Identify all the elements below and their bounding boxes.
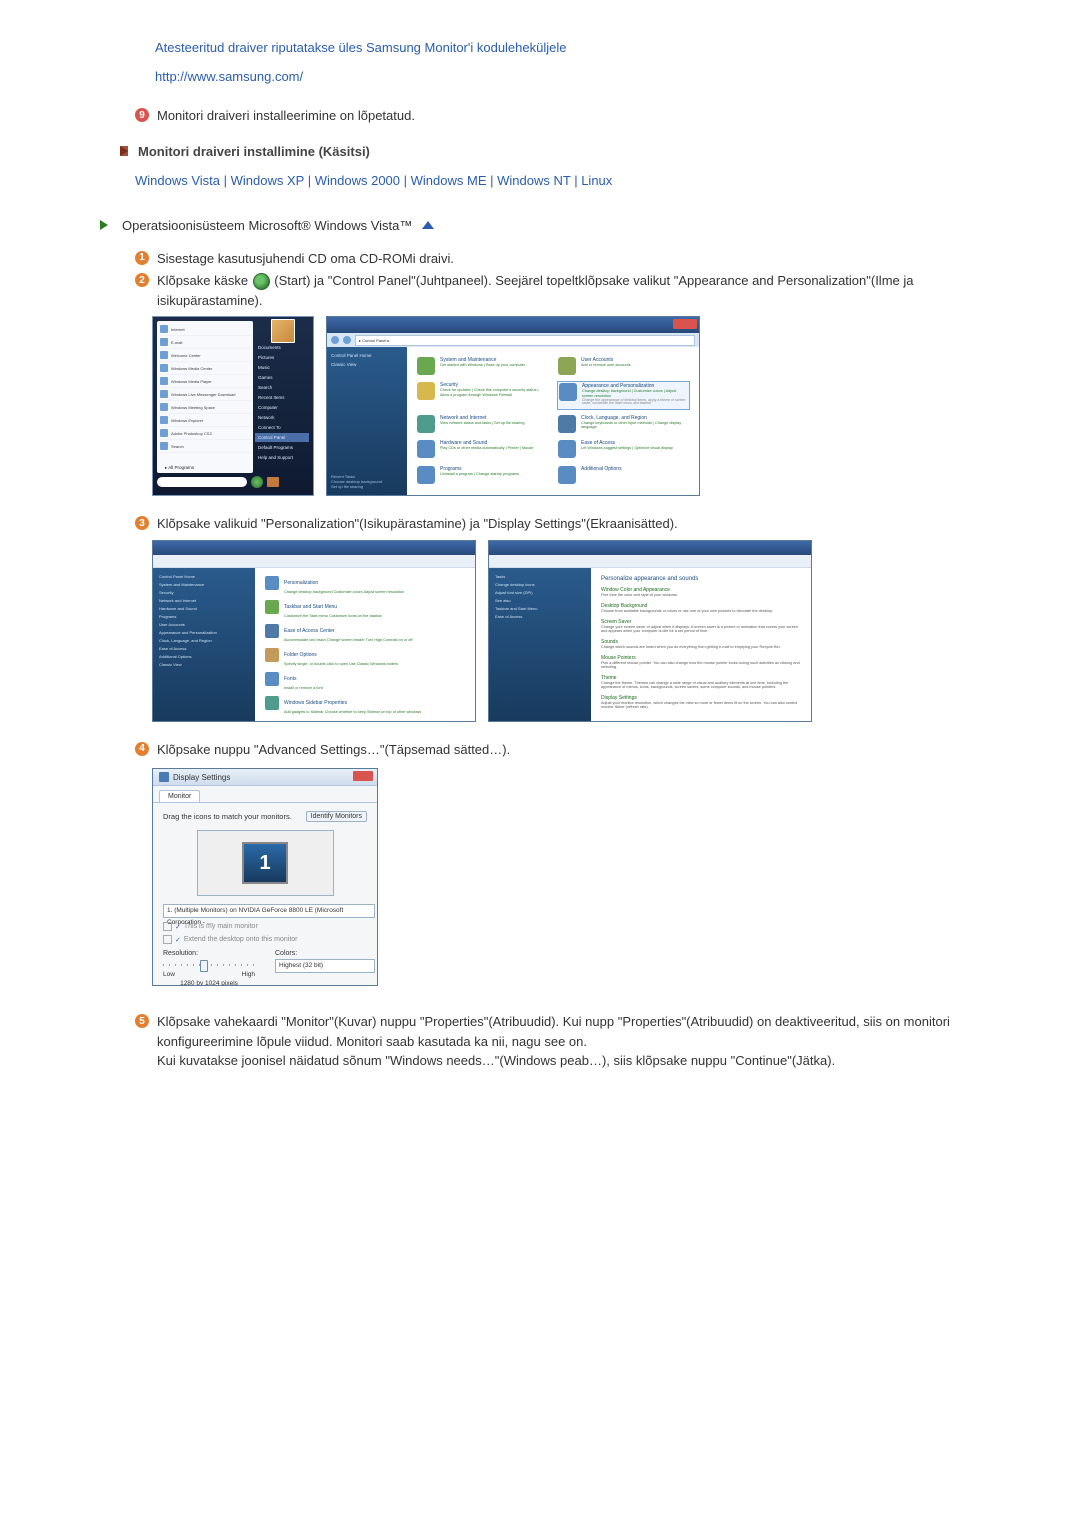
identify-monitors-button: Identify Monitors: [306, 811, 367, 822]
step2-text: Klõpsake käske (Start) ja "Control Panel…: [157, 271, 1020, 310]
link-linux[interactable]: Linux: [581, 173, 612, 188]
appearance-main: PersonalizationChange desktop background…: [255, 568, 475, 722]
screenshot-appearance-panel: Control Panel HomeSystem and Maintenance…: [152, 540, 476, 722]
tab-monitor: Monitor: [159, 790, 200, 802]
close-icon: [353, 771, 373, 781]
extend-desktop-checkbox: ✓Extend the desktop onto this monitor: [163, 935, 367, 944]
start-search-field: [157, 477, 247, 487]
appearance-sidebar: Control Panel HomeSystem and Maintenance…: [153, 568, 255, 722]
start-left-column: InternetE-mailWelcome CenterWindows Medi…: [157, 321, 253, 473]
samsung-url-link[interactable]: http://www.samsung.com/: [155, 69, 303, 84]
colors-select: Highest (32 bit): [275, 959, 375, 973]
link-2000[interactable]: Windows 2000: [315, 173, 400, 188]
dialog-title: Display Settings: [173, 773, 230, 782]
resolution-slider: [163, 959, 255, 971]
manual-install-heading: Monitori draiveri installimine (Käsitsi): [138, 144, 370, 159]
personalization-sidebar: TasksChange desktop iconsAdjust font siz…: [489, 568, 591, 722]
power-icon: [251, 476, 263, 488]
slider-low: Low: [163, 971, 175, 978]
forward-icon: [343, 336, 351, 344]
address-bar: ▸ Control Panel ▸: [355, 335, 695, 346]
close-icon: [673, 319, 697, 329]
arrow-right-icon: [120, 146, 128, 156]
lock-icon: [267, 477, 279, 487]
main-monitor-checkbox: ✓This is my main monitor: [163, 922, 367, 931]
start-right-column: DocumentsPicturesMusicGamesSearchRecent …: [255, 321, 309, 491]
step-bullet-2: 2: [135, 273, 149, 287]
screenshot-personalization-panel: TasksChange desktop iconsAdjust font siz…: [488, 540, 812, 722]
step1-text: Sisestage kasutusjuhendi CD oma CD-ROMi …: [157, 249, 454, 269]
step-bullet-4: 4: [135, 742, 149, 756]
step-bullet-5: 5: [135, 1014, 149, 1028]
vista-orb-icon: [253, 273, 270, 290]
personalization-main: Personalize appearance and sounds Window…: [591, 568, 811, 722]
back-icon: [331, 336, 339, 344]
cp-sidebar: Control Panel HomeClassic ViewRecent Tas…: [327, 347, 407, 495]
cp-categories: System and MaintenanceGet started with W…: [407, 347, 699, 495]
personalization-title: Personalize appearance and sounds: [601, 576, 801, 582]
drag-monitors-label: Drag the icons to match your monitors.: [163, 812, 292, 821]
arrow-up-icon[interactable]: [422, 221, 434, 229]
step9-text: Monitori draiveri installeerimine on lõp…: [157, 106, 415, 126]
cert-driver-note: Atesteeritud draiver riputatakse üles Sa…: [155, 40, 1020, 55]
resolution-label: Resolution:: [163, 950, 255, 957]
screenshot-display-settings: Display Settings Monitor Drag the icons …: [152, 768, 378, 986]
monitor-preview: 1: [197, 830, 334, 896]
link-nt[interactable]: Windows NT: [497, 173, 570, 188]
step4-text: Klõpsake nuppu "Advanced Settings…"(Täps…: [157, 740, 510, 760]
vista-section-title: Operatsioonisüsteem Microsoft® Windows V…: [122, 218, 412, 233]
resolution-value: 1280 by 1024 pixels: [163, 980, 255, 986]
link-me[interactable]: Windows ME: [411, 173, 487, 188]
all-programs-item: ▸ All Programs: [165, 465, 194, 471]
link-xp[interactable]: Windows XP: [231, 173, 304, 188]
step-bullet-1: 1: [135, 251, 149, 265]
monitor-select: 1. (Multiple Monitors) on NVIDIA GeForce…: [163, 904, 375, 918]
slider-high: High: [242, 971, 255, 978]
step-bullet-9: 9: [135, 108, 149, 122]
screenshot-control-panel: ▸ Control Panel ▸ Control Panel HomeClas…: [326, 316, 700, 496]
step-bullet-3: 3: [135, 516, 149, 530]
arrow-right-green-icon: [100, 220, 108, 230]
os-link-row: Windows Vista | Windows XP | Windows 200…: [135, 173, 1020, 188]
link-vista[interactable]: Windows Vista: [135, 173, 220, 188]
monitor-thumbnail: 1: [242, 842, 288, 884]
monitor-icon: [159, 772, 169, 782]
colors-label: Colors:: [275, 950, 367, 957]
step3-text: Klõpsake valikuid "Personalization"(Isik…: [157, 514, 678, 534]
screenshot-start-menu: InternetE-mailWelcome CenterWindows Medi…: [152, 316, 314, 496]
step5-text: Klõpsake vahekaardi "Monitor"(Kuvar) nup…: [157, 1012, 1020, 1071]
